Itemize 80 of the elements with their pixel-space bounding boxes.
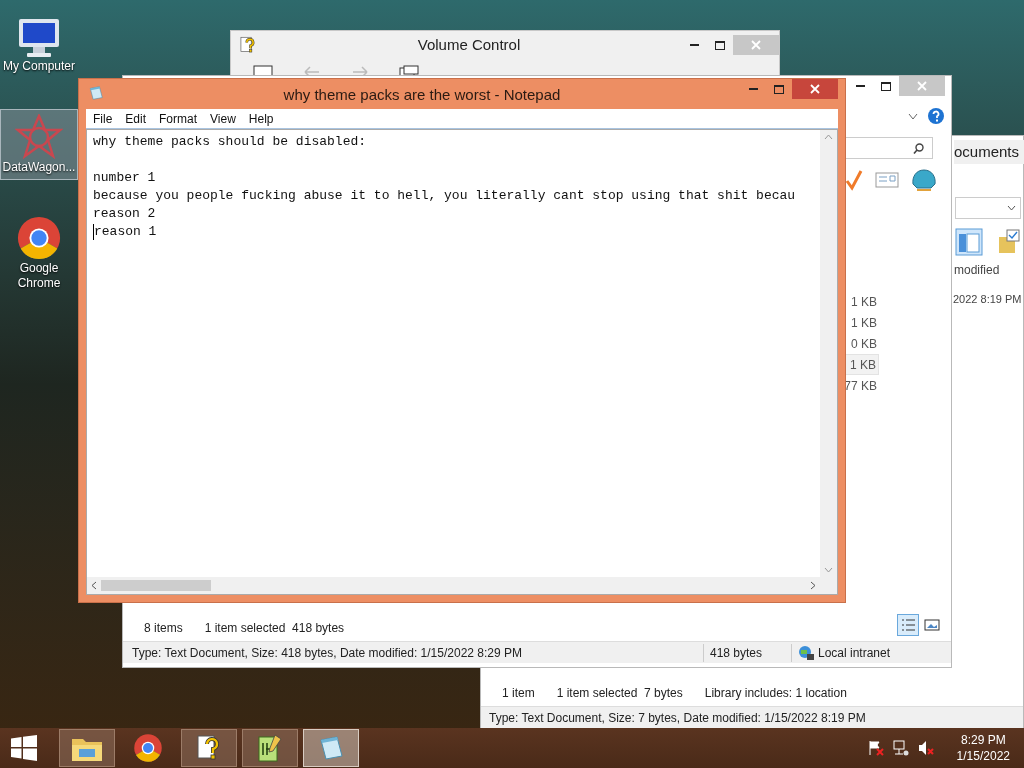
checkmark-icon[interactable]	[845, 169, 863, 191]
horizontal-scrollbar[interactable]	[87, 577, 820, 594]
speaker-muted-icon[interactable]	[917, 740, 934, 756]
close-button[interactable]	[792, 79, 838, 99]
file-size-cell-text: 77 KB	[843, 377, 878, 395]
vertical-scrollbar[interactable]	[820, 130, 837, 577]
menu-item[interactable]: Format	[153, 109, 204, 128]
notepad-pen-icon	[257, 733, 283, 763]
status-text: Library includes: 1 location	[704, 685, 847, 702]
document-question-icon	[196, 734, 222, 762]
document-question-icon	[239, 36, 257, 54]
close-icon	[751, 40, 761, 50]
close-icon	[917, 81, 927, 91]
scrollbar-thumb[interactable]	[101, 580, 211, 591]
clock[interactable]: 8:29 PM 1/15/2022	[956, 732, 1010, 764]
minimize-icon	[689, 44, 699, 46]
menu-item[interactable]: Help	[242, 109, 280, 128]
desktop-shortcut[interactable]: My Computer	[0, 8, 78, 79]
menu-item[interactable]: View	[204, 109, 242, 128]
size-text: 418 bytes	[703, 643, 791, 662]
scroll-down-icon	[824, 567, 833, 573]
star-pattern-icon	[15, 114, 63, 160]
flag-icon[interactable]	[867, 740, 884, 756]
scroll-left-icon	[91, 581, 97, 590]
shortcut-label: DataWagon...	[2, 160, 76, 175]
status-text: 1 item selected 418 bytes	[204, 620, 345, 637]
notepad-icon	[88, 85, 104, 101]
desktop-shortcut[interactable]: DataWagon...	[0, 109, 78, 180]
taskbar-button[interactable]	[242, 729, 298, 767]
globe-computer-icon	[798, 644, 814, 661]
shell-icon[interactable]	[911, 168, 937, 192]
text-line: number 1	[93, 169, 156, 187]
chrome-logo-icon	[16, 215, 62, 261]
shortcut-label: My Computer	[3, 59, 75, 74]
folder-check-icon[interactable]	[997, 229, 1021, 255]
text-line: reason 1	[94, 223, 157, 241]
text-line: why theme packs should be disabled:	[93, 133, 367, 151]
file-size-cell-text: 1 KB	[850, 293, 878, 311]
close-icon	[810, 84, 820, 94]
scroll-right-icon	[810, 581, 816, 590]
maximize-icon	[715, 40, 725, 50]
windows-logo-icon	[11, 735, 37, 761]
preview-pane-icon[interactable]	[955, 228, 983, 256]
status-text: 8 items	[144, 620, 183, 637]
maximize-icon	[774, 84, 784, 94]
scroll-up-icon	[824, 134, 833, 140]
window-title: Volume Control	[416, 34, 522, 55]
clock-date: 1/15/2022	[956, 748, 1010, 764]
help-icon[interactable]	[928, 108, 944, 124]
clock-time: 8:29 PM	[960, 732, 1006, 748]
chevron-down-icon[interactable]	[908, 112, 918, 120]
minimize-icon	[748, 88, 758, 90]
table-cell-text: 2022 8:19 PM	[953, 292, 1022, 307]
taskbar-button[interactable]	[59, 729, 115, 767]
details-text: Type: Text Document, Size: 7 bytes, Date modified: 1/15/2022 8:19 PM	[489, 709, 866, 727]
network-icon[interactable]	[892, 740, 909, 756]
details-text: Type: Text Document, Size: 418 bytes, Date modified: 1/15/2022 8:29 PM	[131, 644, 523, 662]
notepad-icon	[317, 734, 345, 762]
menu-item[interactable]: File	[87, 109, 119, 128]
shortcut-label: Google Chrome	[16, 261, 62, 291]
chrome-logo-icon	[133, 733, 163, 763]
desktop-shortcut[interactable]: Google Chrome	[0, 210, 78, 296]
window-title: why theme packs are the worst - Notepad	[282, 85, 562, 105]
minimize-icon	[855, 85, 865, 87]
details-view-icon[interactable]	[897, 614, 919, 636]
taskbar-button[interactable]	[181, 729, 237, 767]
column-header[interactable]: modified	[954, 261, 1000, 279]
status-text: 1 item	[502, 685, 535, 702]
search-icon	[913, 142, 924, 154]
chevron-down-icon	[1007, 205, 1016, 211]
zone-text: Local intranet	[818, 644, 891, 662]
maximize-icon	[881, 81, 891, 91]
search-field[interactable]	[845, 137, 933, 159]
status-text: 1 item selected 7 bytes	[556, 685, 683, 702]
menu-item[interactable]: Edit	[119, 109, 153, 128]
file-size-cell-text: 0 KB	[850, 335, 878, 353]
file-size-cell-text: 1 KB	[850, 314, 878, 332]
text-line: reason 2	[93, 205, 156, 223]
text-cursor	[93, 224, 94, 240]
text-line: because you people fucking abuse it to hell, you literally cant stop using that shit becau	[93, 187, 796, 205]
